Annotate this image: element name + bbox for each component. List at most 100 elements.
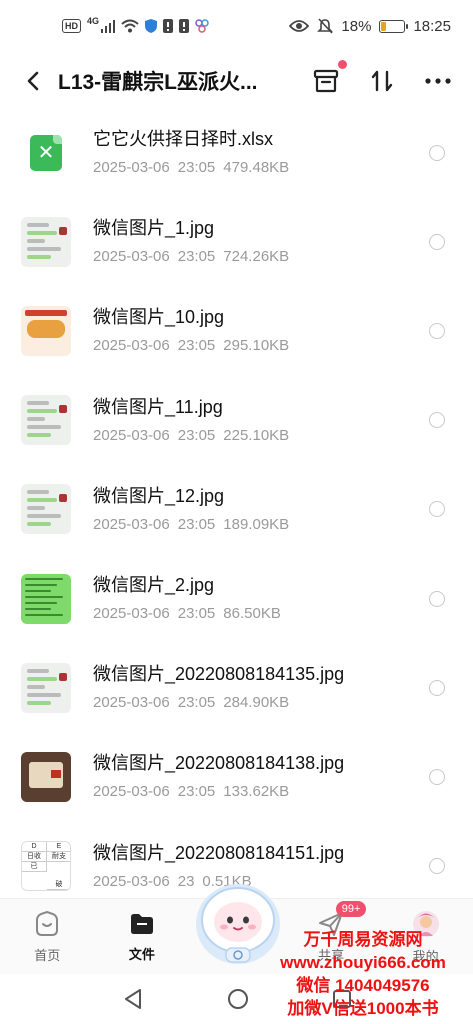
watermark: 万千周易资源网 www.zhouyi666.com 微信 1404049576 … bbox=[263, 928, 463, 1020]
file-row[interactable]: 微信图片_11.jpg 2025-03-06 23:05 225.10KB bbox=[0, 376, 473, 465]
file-name: 微信图片_12.jpg bbox=[93, 485, 225, 506]
file-info: 微信图片_20220808184135.jpg 2025-03-06 23:05 28… bbox=[93, 662, 473, 713]
file-meta: 2025-03-06 23:05 284.90KB bbox=[93, 693, 473, 713]
page-title: L13-雷麒宗L巫派火... bbox=[58, 71, 258, 94]
select-radio[interactable] bbox=[429, 858, 445, 875]
select-radio[interactable] bbox=[429, 590, 445, 607]
sort-button[interactable] bbox=[365, 64, 399, 98]
file-time: 23:05 bbox=[177, 783, 216, 801]
select-radio[interactable] bbox=[429, 679, 445, 696]
file-size: 225.10KB bbox=[223, 426, 290, 444]
battery-percent: 18% bbox=[341, 17, 372, 35]
file-info: 微信图片_1.jpg 2025-03-06 23:05 724.26KB bbox=[93, 216, 473, 267]
file-date: 2025-03-06 bbox=[93, 515, 170, 533]
sheet-cell: 破 bbox=[47, 880, 70, 891]
image-thumbnail bbox=[21, 395, 71, 446]
file-time: 23:05 bbox=[177, 515, 216, 533]
select-radio[interactable] bbox=[429, 144, 445, 161]
file-name: 微信图片_11.jpg bbox=[93, 396, 223, 417]
file-list: ✕ 它它火供择日择时.xlsx 2025-03-06 23:05 479.48KB 微信图… bbox=[0, 108, 473, 911]
header-actions bbox=[309, 56, 455, 106]
app-icon bbox=[195, 19, 209, 33]
file-date: 2025-03-06 bbox=[93, 872, 170, 890]
file-date: 2025-03-06 bbox=[93, 248, 170, 266]
image-thumbnail bbox=[21, 662, 71, 713]
file-meta: 2025-03-06 23:05 479.48KB bbox=[93, 158, 473, 178]
shield-icon bbox=[145, 19, 158, 33]
file-row[interactable]: 微信图片_20220808184135.jpg 2025-03-06 23:05 28… bbox=[0, 643, 473, 732]
file-date: 2025-03-06 bbox=[93, 159, 170, 177]
file-size: 295.10KB bbox=[223, 337, 290, 355]
status-right: 18% 18:25 bbox=[289, 18, 451, 35]
sheet-cell: 日收 bbox=[22, 852, 47, 863]
home-circle-icon[interactable] bbox=[227, 988, 249, 1010]
nav-files[interactable]: 文件 bbox=[95, 899, 190, 975]
battery-icon bbox=[379, 19, 409, 33]
sort-icon bbox=[371, 70, 393, 92]
status-left: HD 4G bbox=[62, 16, 209, 33]
file-meta: 2025-03-06 23:05 225.10KB bbox=[93, 426, 473, 446]
select-radio[interactable] bbox=[429, 768, 445, 785]
file-date: 2025-03-06 bbox=[93, 605, 170, 623]
file-time: 23:05 bbox=[177, 337, 216, 355]
file-meta: 2025-03-06 23:05 724.26KB bbox=[93, 247, 473, 267]
excel-icon: ✕ bbox=[30, 134, 62, 171]
file-meta: 2025-03-06 23:05 189.09KB bbox=[93, 515, 473, 535]
file-row[interactable]: ✕ 它它火供择日择时.xlsx 2025-03-06 23:05 479.48KB bbox=[0, 108, 473, 197]
image-thumbnail bbox=[21, 751, 71, 802]
sheet-cell: 耐支 bbox=[47, 852, 70, 863]
image-thumbnail bbox=[21, 484, 71, 535]
file-name: 微信图片_20220808184138.jpg bbox=[93, 753, 345, 774]
archive-icon bbox=[313, 69, 339, 93]
archive-button[interactable] bbox=[309, 60, 347, 98]
nav-home[interactable]: 首页 bbox=[0, 899, 95, 975]
file-time: 23:05 bbox=[177, 694, 216, 712]
file-info: 微信图片_2.jpg 2025-03-06 23:05 86.50KB bbox=[93, 573, 473, 624]
file-info: 微信图片_20220808184138.jpg 2025-03-06 23:05 13… bbox=[93, 751, 473, 802]
file-row[interactable]: 微信图片_10.jpg 2025-03-06 23:05 295.10KB bbox=[0, 286, 473, 375]
watermark-line-3: 微信 1404049576 bbox=[296, 976, 430, 995]
file-name: 微信图片_20220808184135.jpg bbox=[93, 664, 345, 685]
file-row[interactable]: 微信图片_20220808184138.jpg 2025-03-06 23:05 13… bbox=[0, 732, 473, 821]
file-row[interactable]: 微信图片_1.jpg 2025-03-06 23:05 724.26KB bbox=[0, 197, 473, 286]
file-name: 微信图片_20220808184151.jpg bbox=[93, 842, 345, 863]
more-button[interactable] bbox=[421, 64, 455, 98]
file-name: 微信图片_1.jpg bbox=[93, 218, 215, 239]
back-triangle-icon[interactable] bbox=[122, 988, 144, 1010]
back-button[interactable] bbox=[8, 56, 58, 106]
file-size: 724.26KB bbox=[223, 248, 290, 266]
battery-level bbox=[381, 21, 386, 31]
select-radio[interactable] bbox=[429, 233, 445, 250]
file-row[interactable]: 微信图片_12.jpg 2025-03-06 23:05 189.09KB bbox=[0, 465, 473, 554]
network-label: 4G bbox=[87, 16, 100, 26]
hd-indicator: HD bbox=[62, 19, 81, 33]
mute-icon bbox=[317, 18, 334, 34]
file-info: 微信图片_11.jpg 2025-03-06 23:05 225.10KB bbox=[93, 395, 473, 446]
sheet-cell: E bbox=[47, 842, 70, 853]
file-date: 2025-03-06 bbox=[93, 426, 170, 444]
file-time: 23:05 bbox=[177, 605, 216, 623]
file-size: 86.50KB bbox=[223, 605, 281, 623]
file-size: 284.90KB bbox=[223, 694, 290, 712]
select-radio[interactable] bbox=[429, 322, 445, 339]
wifi-icon bbox=[121, 19, 139, 33]
watermark-line-2: www.zhouyi666.com bbox=[280, 953, 446, 972]
sheet-cell: 已 bbox=[22, 862, 47, 873]
image-thumbnail bbox=[21, 216, 71, 267]
image-thumbnail bbox=[21, 573, 71, 624]
notification-dot bbox=[338, 60, 347, 69]
file-size: 189.09KB bbox=[223, 515, 290, 533]
file-meta: 2025-03-06 23:05 295.10KB bbox=[93, 336, 473, 356]
file-info: 微信图片_10.jpg 2025-03-06 23:05 295.10KB bbox=[93, 305, 473, 356]
back-icon bbox=[27, 71, 39, 91]
file-name: 微信图片_2.jpg bbox=[93, 575, 215, 596]
more-icon bbox=[425, 78, 451, 84]
file-date: 2025-03-06 bbox=[93, 783, 170, 801]
file-row[interactable]: 微信图片_2.jpg 2025-03-06 23:05 86.50KB bbox=[0, 554, 473, 643]
watermark-line-4: 加微V信送1000本书 bbox=[287, 999, 439, 1018]
sheet-cell: D bbox=[22, 842, 47, 853]
signal-icon bbox=[101, 20, 116, 33]
notification-icon bbox=[163, 19, 174, 33]
image-thumbnail bbox=[21, 305, 71, 356]
file-info: 微信图片_12.jpg 2025-03-06 23:05 189.09KB bbox=[93, 484, 473, 535]
